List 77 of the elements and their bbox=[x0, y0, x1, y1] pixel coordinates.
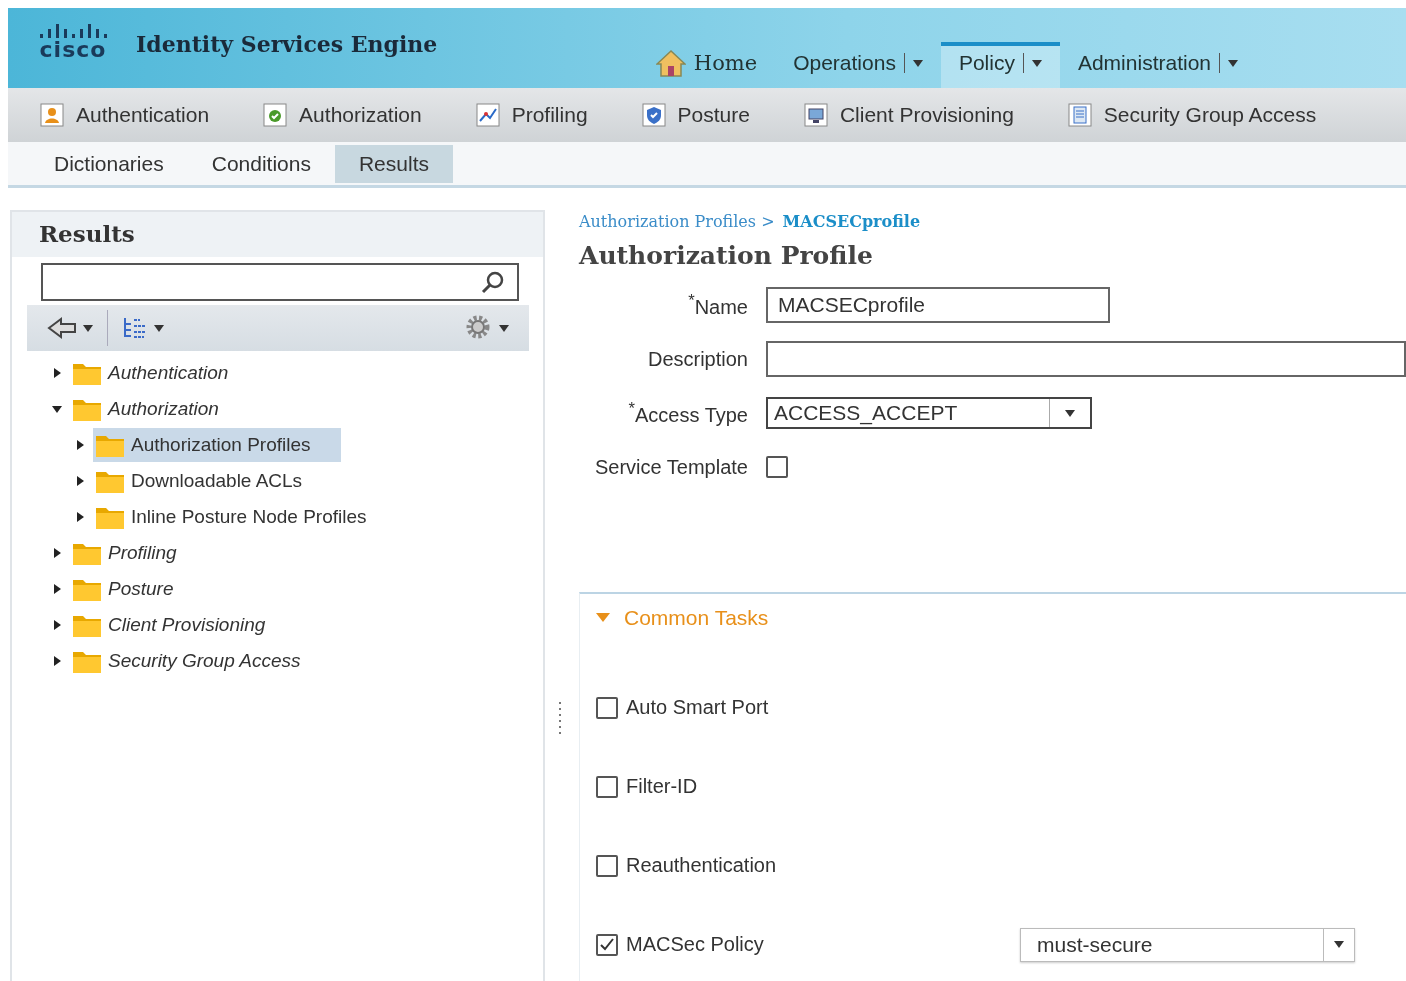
access-type-dropdown[interactable]: ACCESS_ACCEPT bbox=[766, 397, 1092, 429]
module-tab[interactable]: Profiling bbox=[475, 103, 614, 127]
dropdown-caret-icon bbox=[1228, 59, 1238, 67]
expanded-arrow-icon[interactable] bbox=[52, 404, 62, 414]
checkbox[interactable] bbox=[596, 696, 618, 719]
checkbox[interactable] bbox=[596, 854, 618, 877]
module-tab[interactable]: Posture bbox=[641, 103, 776, 127]
required-mark: * bbox=[688, 291, 695, 311]
caret-icon bbox=[1065, 409, 1075, 417]
checkbox-label: MACSec Policy bbox=[626, 933, 765, 956]
search-field[interactable] bbox=[41, 263, 519, 301]
caret-icon bbox=[499, 324, 509, 332]
splitter-handle[interactable] bbox=[558, 700, 562, 736]
expanded-arrow-icon bbox=[596, 613, 610, 623]
collapsed-arrow-icon[interactable] bbox=[75, 512, 85, 522]
checkbox[interactable] bbox=[596, 775, 618, 798]
user-icon bbox=[40, 103, 64, 127]
logo: cisco bbox=[36, 22, 110, 60]
nav-tab[interactable]: Administration bbox=[1059, 42, 1256, 88]
field-label: Access Type bbox=[634, 403, 748, 426]
module-tab[interactable]: Authentication bbox=[40, 103, 236, 127]
caret-icon bbox=[154, 324, 164, 332]
collapsed-arrow-icon[interactable] bbox=[75, 440, 85, 450]
module-tab[interactable]: Authorization bbox=[263, 103, 448, 127]
nav-tab[interactable]: Policy bbox=[940, 42, 1060, 88]
back-arrow-icon bbox=[47, 317, 77, 339]
chart-icon bbox=[475, 103, 500, 127]
tree-item[interactable]: Security Group Access bbox=[70, 644, 331, 678]
description-field[interactable] bbox=[766, 341, 1406, 377]
field-label: Service Template bbox=[594, 455, 748, 478]
checkbox[interactable] bbox=[766, 456, 788, 478]
monitor-icon bbox=[803, 103, 828, 127]
collapsed-arrow-icon[interactable] bbox=[52, 548, 62, 558]
caret-icon bbox=[83, 324, 93, 332]
document-icon bbox=[1067, 103, 1092, 127]
tree-list-icon bbox=[122, 316, 148, 340]
collapsed-arrow-icon[interactable] bbox=[52, 368, 62, 378]
collapsed-arrow-icon[interactable] bbox=[52, 656, 62, 666]
tree-item[interactable]: Downloadable ACLs bbox=[93, 464, 333, 498]
name-field[interactable]: MACSECprofile bbox=[766, 287, 1110, 323]
dropdown-caret-icon bbox=[912, 59, 923, 67]
field-label: Name bbox=[694, 295, 748, 318]
module-tab[interactable]: Client Provisioning bbox=[803, 103, 1040, 127]
checkbox[interactable] bbox=[596, 933, 618, 956]
module-tab[interactable]: Security Group Access bbox=[1067, 103, 1343, 127]
collapsed-arrow-icon[interactable] bbox=[75, 476, 85, 486]
tree-item[interactable]: Authorization bbox=[70, 392, 249, 426]
tree-item[interactable]: Authorization Profiles bbox=[93, 428, 341, 462]
checkbox-label: Filter-ID bbox=[626, 775, 699, 798]
required-mark: * bbox=[628, 399, 635, 419]
field-label: Description bbox=[647, 347, 748, 370]
caret-icon bbox=[1334, 941, 1344, 948]
badge-icon bbox=[263, 103, 288, 127]
nav-tab[interactable]: Home bbox=[637, 42, 776, 88]
sub-tab[interactable]: Results bbox=[334, 144, 453, 183]
shield-icon bbox=[641, 103, 666, 127]
collapsed-arrow-icon[interactable] bbox=[52, 620, 62, 630]
panel-title: Results bbox=[12, 212, 543, 257]
home-icon bbox=[655, 49, 686, 77]
dropdown-caret-icon bbox=[1031, 59, 1042, 67]
form-title: Authorization Profile bbox=[579, 241, 874, 270]
tree-item[interactable]: Profiling bbox=[70, 536, 207, 570]
checkbox-label: Auto Smart Port bbox=[626, 696, 770, 719]
search-icon bbox=[481, 270, 505, 294]
collapsed-arrow-icon[interactable] bbox=[52, 584, 62, 594]
checkbox-label: Reauthentication bbox=[626, 854, 778, 877]
sub-tab[interactable]: Dictionaries bbox=[30, 144, 188, 183]
breadcrumb-current: MACSECprofile bbox=[782, 212, 921, 231]
breadcrumb-link[interactable]: Authorization Profiles > bbox=[579, 212, 775, 231]
tree-item[interactable]: Client Provisioning bbox=[70, 608, 296, 642]
product-title: Identity Services Engine bbox=[136, 31, 438, 57]
policy-dropdown[interactable]: must-secure bbox=[1020, 927, 1355, 962]
sub-tab[interactable]: Conditions bbox=[187, 144, 335, 183]
tree-item[interactable]: Posture bbox=[70, 572, 204, 606]
tree-item[interactable]: Authentication bbox=[70, 356, 259, 390]
nav-tab[interactable]: Operations bbox=[775, 42, 941, 88]
tree-item[interactable]: Inline Posture Node Profiles bbox=[93, 500, 397, 534]
